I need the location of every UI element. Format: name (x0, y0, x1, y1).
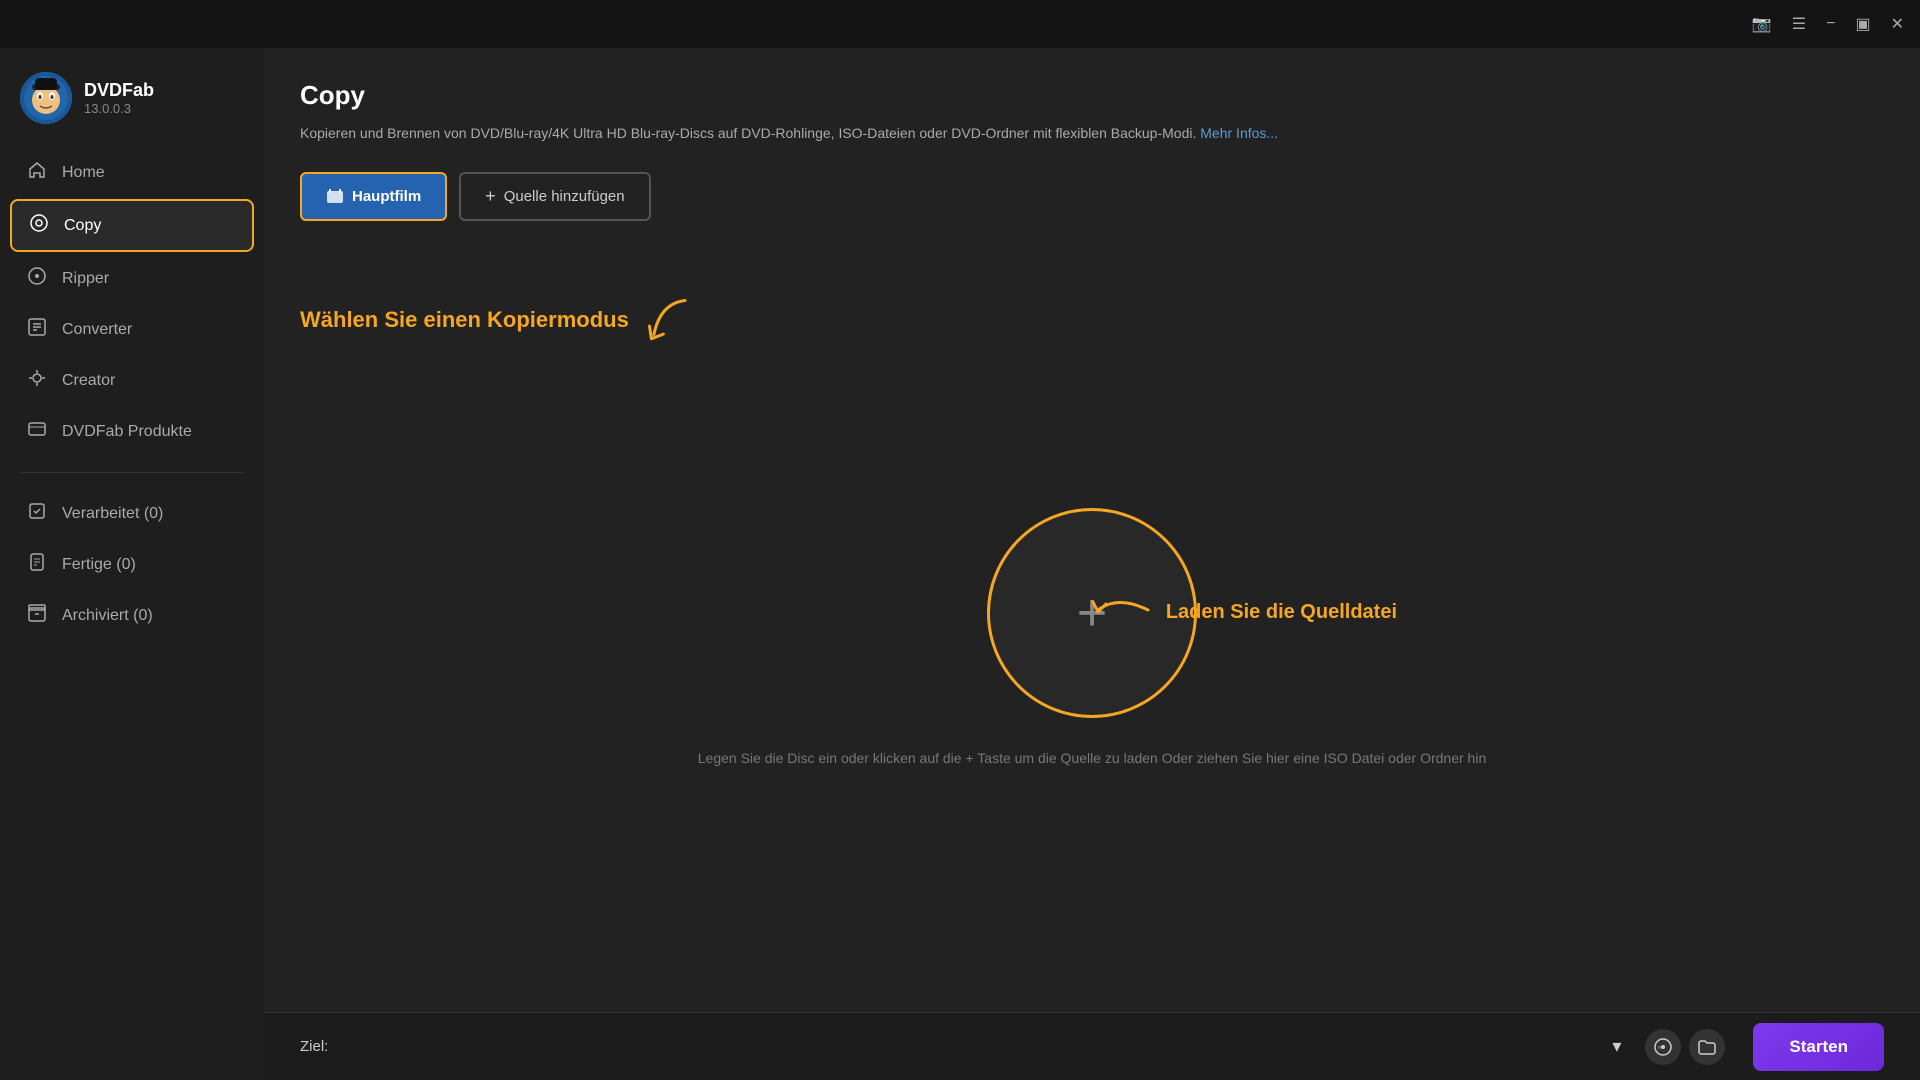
sidebar-item-archiviert-label: Archiviert (0) (62, 607, 153, 625)
kopiermodus-text: Wählen Sie einen Kopiermodus (300, 307, 629, 333)
sidebar-item-verarbeitet-label: Verarbeitet (0) (62, 505, 163, 523)
minimize-icon[interactable]: − (1826, 15, 1835, 33)
description-text: Kopieren und Brennen von DVD/Blu-ray/4K … (300, 125, 1196, 141)
sidebar-item-ripper-label: Ripper (62, 270, 109, 288)
sidebar: DVDFab 13.0.0.3 Home (0, 48, 264, 1080)
content-area: Copy Kopieren und Brennen von DVD/Blu-ra… (264, 48, 1920, 1012)
sidebar-item-verarbeitet[interactable]: Verarbeitet (0) (10, 489, 254, 538)
page-description: Kopieren und Brennen von DVD/Blu-ray/4K … (300, 123, 1884, 144)
sidebar-bottom-nav: Verarbeitet (0) Fertige (0) (0, 489, 264, 640)
fertige-icon (26, 552, 48, 577)
sidebar-item-converter[interactable]: Converter (10, 305, 254, 354)
hauptfilm-icon (326, 188, 344, 206)
snapshot-icon[interactable]: 📷 (1752, 14, 1772, 34)
svg-text:ISO: ISO (1658, 1044, 1665, 1049)
sidebar-item-creator-label: Creator (62, 372, 115, 390)
sidebar-item-creator[interactable]: Creator (10, 356, 254, 405)
copy-icon (28, 213, 50, 238)
more-info-link[interactable]: Mehr Infos... (1200, 125, 1278, 141)
arrow-left-icon (1088, 590, 1158, 636)
app-logo: DVDFab 13.0.0.3 (0, 64, 264, 148)
drop-zone-area: Wählen Sie einen Kopiermodus + (300, 261, 1884, 1012)
ripper-icon (26, 266, 48, 291)
sidebar-item-fertige[interactable]: Fertige (0) (10, 540, 254, 589)
quelldatei-text: Laden Sie die Quelldatei (1166, 601, 1397, 624)
archiviert-icon (26, 603, 48, 628)
sidebar-item-copy[interactable]: Copy (10, 199, 254, 252)
drop-instruction: Legen Sie die Disc ein oder klicken auf … (698, 750, 1486, 766)
page-title: Copy (300, 80, 1884, 111)
ziel-dropdown-button[interactable]: ▾ (1604, 1032, 1629, 1061)
sidebar-item-home[interactable]: Home (10, 148, 254, 197)
sidebar-item-home-label: Home (62, 164, 105, 182)
ziel-label: Ziel: (300, 1038, 328, 1055)
close-icon[interactable]: ✕ (1891, 14, 1904, 34)
maximize-icon[interactable]: ▣ (1855, 14, 1870, 34)
bottom-bar: Ziel: ▾ ISO Starten (264, 1012, 1920, 1080)
sidebar-item-fertige-label: Fertige (0) (62, 556, 136, 574)
quelldatei-hint: Laden Sie die Quelldatei (1088, 590, 1397, 636)
mode-buttons: Hauptfilm + Quelle hinzufügen (300, 172, 1884, 221)
kopiermodus-hint: Wählen Sie einen Kopiermodus (300, 281, 691, 358)
creator-icon (26, 368, 48, 393)
sidebar-item-converter-label: Converter (62, 321, 132, 339)
dvdfab-produkte-icon (26, 419, 48, 444)
app-body: DVDFab 13.0.0.3 Home (0, 48, 1920, 1080)
arrow-down-icon (627, 281, 705, 366)
main-content: Copy Kopieren und Brennen von DVD/Blu-ra… (264, 48, 1920, 1080)
ziel-input[interactable] (344, 1039, 1588, 1055)
logo-text: DVDFab 13.0.0.3 (84, 80, 154, 116)
sidebar-divider (20, 472, 244, 473)
quelle-button[interactable]: + Quelle hinzufügen (459, 172, 650, 221)
verarbeitet-icon (26, 501, 48, 526)
logo-name: DVDFab (84, 80, 154, 101)
menu-icon[interactable]: ☰ (1792, 14, 1806, 34)
iso-button[interactable]: ISO (1645, 1029, 1681, 1065)
sidebar-item-dvdfab-produkte[interactable]: DVDFab Produkte (10, 407, 254, 456)
sidebar-nav: Home Copy Ripper (0, 148, 264, 456)
plus-label: + (485, 186, 496, 207)
sidebar-item-copy-label: Copy (64, 217, 101, 235)
converter-icon (26, 317, 48, 342)
starten-button[interactable]: Starten (1753, 1023, 1884, 1071)
drop-circle-container: + Laden Sie die Quelldatei (987, 508, 1197, 718)
hauptfilm-button[interactable]: Hauptfilm (300, 172, 447, 221)
sidebar-item-dvdfab-produkte-label: DVDFab Produkte (62, 423, 192, 441)
folder-button[interactable] (1689, 1029, 1725, 1065)
quelle-label: Quelle hinzufügen (504, 188, 625, 205)
bottom-icons: ISO (1645, 1029, 1725, 1065)
home-icon (26, 160, 48, 185)
sidebar-item-ripper[interactable]: Ripper (10, 254, 254, 303)
sidebar-item-archiviert[interactable]: Archiviert (0) (10, 591, 254, 640)
titlebar: 📷 ☰ − ▣ ✕ (0, 0, 1920, 48)
logo-version: 13.0.0.3 (84, 101, 154, 116)
hauptfilm-label: Hauptfilm (352, 188, 421, 205)
logo-face (20, 72, 72, 124)
logo-icon (20, 72, 72, 124)
